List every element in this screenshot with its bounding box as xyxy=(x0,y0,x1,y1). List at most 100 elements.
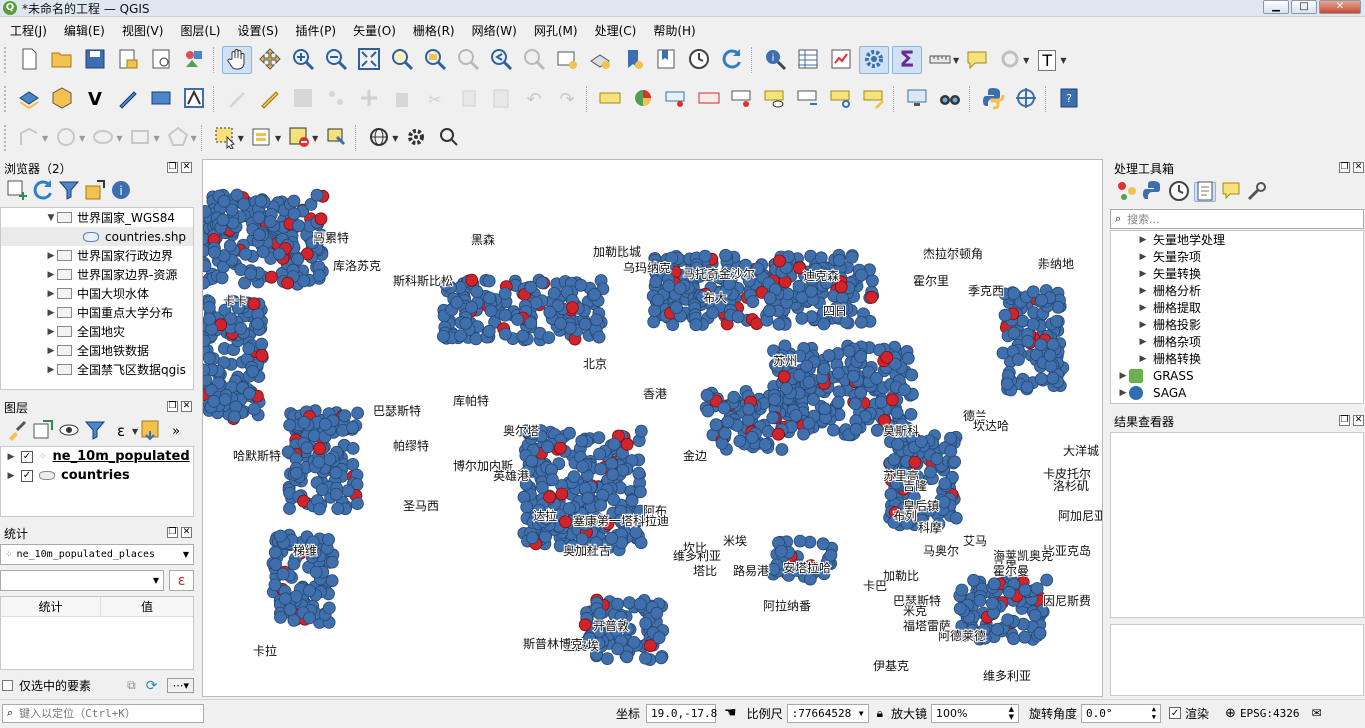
processing-options-button[interactable] xyxy=(1246,181,1268,202)
expand-all-button[interactable] xyxy=(140,420,162,441)
select-location-button[interactable] xyxy=(321,124,351,152)
menu-edit[interactable]: 编辑(E) xyxy=(54,22,112,39)
python-console-button[interactable] xyxy=(978,85,1008,113)
float-panel-button[interactable]: ❐ xyxy=(167,162,178,173)
toolbox-item[interactable]: ▶ GRASS xyxy=(1111,367,1363,384)
map-canvas[interactable]: 阿勒特 诺尔 朗伊尔城 切柳斯金角 邦格地 库洛苏克 斯科斯比松 乌玛纳克 马托奇金沙尔 迪克森霍… xyxy=(202,159,1103,697)
change-label-button[interactable] xyxy=(859,85,889,113)
save-edits-button[interactable] xyxy=(288,85,318,113)
filter-expression-button[interactable]: ε xyxy=(110,421,132,441)
close-panel-button[interactable]: ✕ xyxy=(1353,415,1364,426)
chevron-right-icon[interactable]: ▶ xyxy=(1137,269,1149,279)
layer-visibility-checkbox[interactable]: ✓ xyxy=(21,469,33,482)
add-rectangle-button[interactable] xyxy=(125,124,155,152)
menu-web[interactable]: 网络(W) xyxy=(462,22,524,39)
chevron-right-icon[interactable]: ▶ xyxy=(45,289,57,299)
text-annotation-button[interactable]: T xyxy=(1032,46,1062,74)
chevron-right-icon[interactable]: ▶ xyxy=(1137,252,1149,262)
chevron-right-icon[interactable]: ▶ xyxy=(45,365,57,375)
move-label-button[interactable] xyxy=(793,85,823,113)
browser-filter-button[interactable] xyxy=(58,181,80,201)
close-panel-button[interactable]: ✕ xyxy=(181,162,192,173)
web-dropdown-icon[interactable]: ▼ xyxy=(392,134,398,143)
spin-arrows-icon[interactable]: ▲ ▼ xyxy=(1152,705,1156,721)
close-panel-button[interactable]: ✕ xyxy=(1353,162,1364,173)
show-bookmarks-button[interactable] xyxy=(651,46,681,74)
processing-toolbox-button[interactable] xyxy=(859,46,889,74)
map-tips-button[interactable] xyxy=(962,46,992,74)
add-selected-layers-button[interactable] xyxy=(6,180,28,201)
browser-item[interactable]: ▼ 世界国家_WGS84 xyxy=(1,208,193,227)
crs-capture-button[interactable] xyxy=(1011,85,1041,113)
filter-legend-button[interactable] xyxy=(84,421,106,441)
layer-item[interactable]: ▶ ✓ ⁘ ne_10m_populated xyxy=(1,447,193,466)
new-print-layout-button[interactable] xyxy=(113,46,143,74)
messages-icon[interactable]: ✉ xyxy=(1312,706,1322,720)
vertex-tool-button[interactable] xyxy=(179,85,209,113)
new-3d-view-button[interactable] xyxy=(585,46,615,74)
menu-vector[interactable]: 矢量(O) xyxy=(343,22,403,39)
results-viewer-button[interactable] xyxy=(1194,181,1216,202)
toolbox-item[interactable]: ▶ SAGA xyxy=(1111,384,1363,401)
open-project-button[interactable] xyxy=(47,46,77,74)
menu-view[interactable]: 视图(V) xyxy=(112,22,171,39)
rotate-label-button[interactable] xyxy=(826,85,856,113)
paste-features-button[interactable] xyxy=(486,85,516,113)
close-panel-button[interactable]: ✕ xyxy=(181,527,192,538)
rotation-spinbox[interactable]: 0.0° ▲ ▼ xyxy=(1081,703,1162,723)
quickmapservices-button[interactable] xyxy=(935,85,965,113)
more-tools-icon[interactable]: » xyxy=(172,424,180,439)
add-feature-button[interactable] xyxy=(321,85,351,113)
add-circle-button[interactable] xyxy=(51,124,81,152)
zoom-last-button[interactable] xyxy=(486,46,516,74)
menu-layer[interactable]: 图层(L) xyxy=(170,22,227,39)
chevron-right-icon[interactable]: ▶ xyxy=(1137,286,1149,296)
field-calculator-button[interactable] xyxy=(826,46,856,74)
toggle-editing-button[interactable] xyxy=(255,85,285,113)
settings-gear-button[interactable] xyxy=(401,124,431,152)
value-column-header[interactable]: 值 xyxy=(101,597,193,616)
web-map-button[interactable] xyxy=(364,124,394,152)
float-panel-button[interactable]: ❐ xyxy=(1339,415,1350,426)
identify-button[interactable]: i xyxy=(760,46,790,74)
stats-column-header[interactable]: 统计 xyxy=(1,597,101,616)
shape-dropdown-icon[interactable]: ▼ xyxy=(42,134,48,143)
chevron-right-icon[interactable]: ▶ xyxy=(5,471,17,481)
chevron-right-icon[interactable]: ▶ xyxy=(45,346,57,356)
pan-to-selection-button[interactable] xyxy=(255,46,285,74)
menu-processing[interactable]: 处理(C) xyxy=(585,22,644,39)
toolbox-item[interactable]: ▶ 栅格转换 xyxy=(1111,350,1363,367)
select-features-button[interactable] xyxy=(995,46,1025,74)
new-shapefile-button[interactable]: V xyxy=(80,85,110,113)
selected-only-checkbox[interactable] xyxy=(2,680,13,691)
copy-features-button[interactable] xyxy=(453,85,483,113)
zoom-native-button[interactable] xyxy=(453,46,483,74)
zoom-in-button[interactable] xyxy=(288,46,318,74)
select-by-rectangle-button[interactable] xyxy=(210,124,240,152)
layer-visibility-checkbox[interactable]: ✓ xyxy=(21,450,33,463)
search-button[interactable] xyxy=(434,124,464,152)
open-layer-styling-button[interactable] xyxy=(6,420,28,441)
lock-icon[interactable]: 🔒︎ xyxy=(877,706,883,721)
more-options-button[interactable]: ⋯▾ xyxy=(167,678,194,693)
close-button[interactable]: ✕ xyxy=(1319,0,1361,14)
measure-dropdown-icon[interactable]: ▼ xyxy=(953,56,959,65)
toolbox-search-box[interactable]: ⌕ 搜索... xyxy=(1110,209,1364,229)
deselect-dropdown-icon[interactable]: ▼ xyxy=(312,134,318,143)
toolbar-grip[interactable] xyxy=(4,86,8,112)
minimize-button[interactable]: ▁ xyxy=(1263,0,1289,14)
crs-button[interactable]: EPSG:4326 xyxy=(1240,707,1300,720)
float-panel-button[interactable]: ❐ xyxy=(167,527,178,538)
toolbox-item[interactable]: ▶ 栅格提取 xyxy=(1111,299,1363,316)
new-bookmark-button[interactable] xyxy=(618,46,648,74)
digitize-shape-button[interactable] xyxy=(14,124,44,152)
move-feature-button[interactable] xyxy=(354,85,384,113)
globe-icon[interactable]: ⊕ xyxy=(1225,706,1236,721)
render-checkbox[interactable]: ✓ xyxy=(1169,707,1182,719)
toolbox-item[interactable]: ▶ 栅格杂项 xyxy=(1111,333,1363,350)
toolbox-item[interactable]: ▶ 栅格分析 xyxy=(1111,282,1363,299)
polygon-dropdown-icon[interactable]: ▼ xyxy=(191,134,197,143)
highlight-pinned-labels-button[interactable] xyxy=(661,85,691,113)
style-manager-button[interactable] xyxy=(179,46,209,74)
locator-input[interactable]: ⌕ 键入以定位（Ctrl+K） xyxy=(2,703,204,723)
